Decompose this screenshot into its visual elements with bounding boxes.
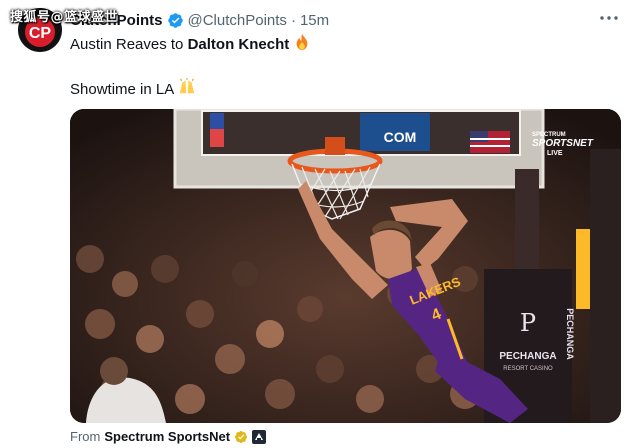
- more-options-icon[interactable]: [598, 8, 620, 28]
- spectrum-sportsnet-logo-icon: [252, 429, 267, 444]
- tweet-line-1-bold: Dalton Knecht: [187, 36, 290, 53]
- media-attribution: From Spectrum SportsNet: [70, 429, 267, 444]
- broadcaster-main-text: SPORTSNET: [532, 138, 594, 149]
- attribution-source-name[interactable]: Spectrum SportsNet: [104, 429, 230, 444]
- fire-emoji-icon: [293, 33, 311, 57]
- raised-hands-emoji-icon: [178, 78, 196, 102]
- sponsor-tagline: RESORT CASINO: [503, 366, 553, 372]
- tweet-line-2: Showtime in LA: [70, 78, 311, 102]
- header-separator: ·: [290, 11, 296, 29]
- sponsor-name: PECHANGA: [499, 351, 556, 362]
- tweet-media-image[interactable]: COM P PECHANGA RESORT CASINO PECHANGA LA…: [70, 109, 621, 423]
- svg-text:P: P: [520, 309, 536, 337]
- tweet-timestamp[interactable]: 15m: [300, 12, 329, 29]
- backboard-text: COM: [384, 129, 417, 145]
- author-handle[interactable]: @ClutchPoints: [188, 12, 287, 29]
- watermark-text: 搜狐号@篮球盛世: [10, 10, 119, 25]
- tweet-text: Austin Reaves to Dalton Knecht Showtime …: [70, 33, 311, 102]
- broadcaster-live-text: LIVE: [547, 150, 563, 157]
- verified-badge-icon: [167, 12, 184, 29]
- sponsor-vertical-text: PECHANGA: [565, 308, 575, 360]
- tweet-line-1-prefix: Austin Reaves to: [70, 36, 188, 53]
- tweet-line-1: Austin Reaves to Dalton Knecht: [70, 33, 311, 57]
- backboard: COM: [173, 109, 545, 189]
- gold-verified-badge-icon: [234, 430, 248, 444]
- attribution-from-label: From: [70, 429, 101, 444]
- tweet-line-2-text: Showtime in LA: [70, 81, 175, 98]
- avatar-monogram: CP: [29, 25, 52, 42]
